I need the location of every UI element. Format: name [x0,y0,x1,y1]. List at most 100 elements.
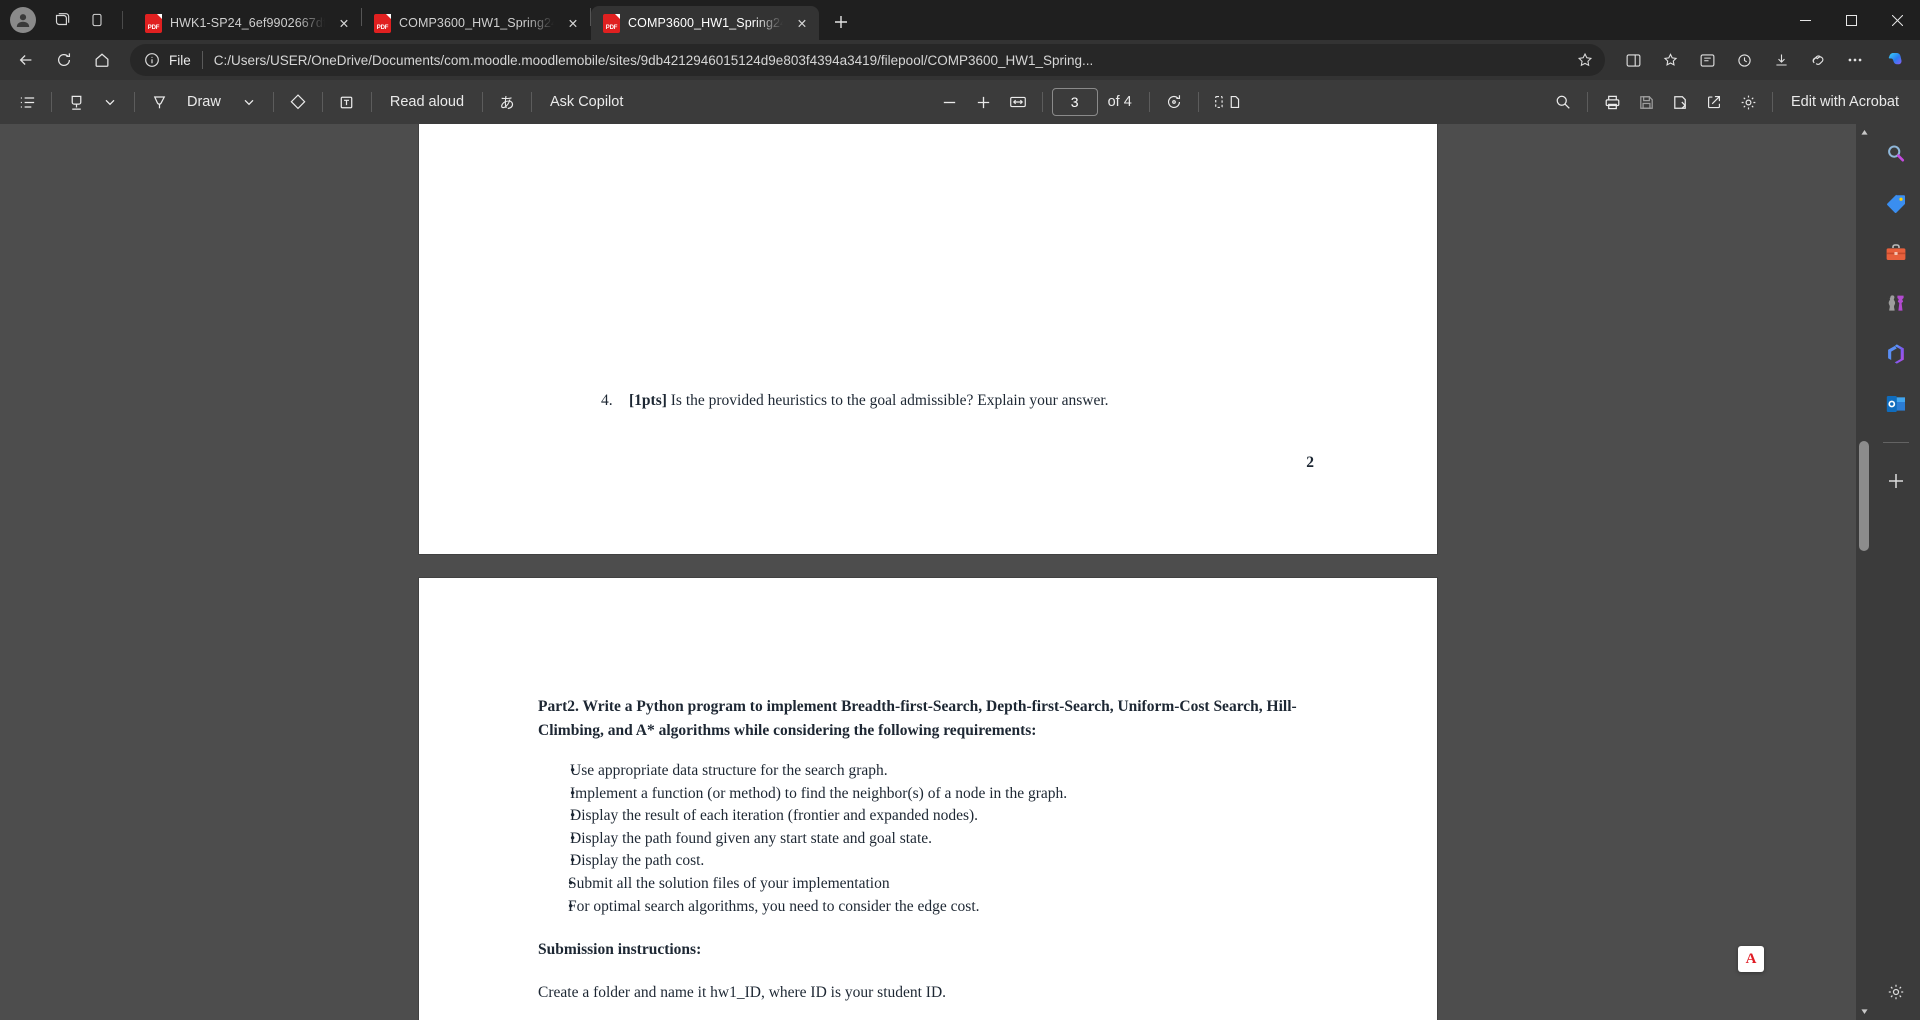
browser-essentials-icon[interactable] [1800,44,1836,76]
new-tab-button[interactable] [825,7,857,37]
vertical-scrollbar[interactable] [1856,124,1872,1020]
part2-heading: Part2. Write a Python program to impleme… [538,698,1297,739]
window-controls [1782,0,1920,40]
list-item: For optimal search algorithms, you need … [538,896,1338,919]
address-bar[interactable]: File C:/Users/USER/OneDrive/Documents/co… [130,44,1605,76]
add-sidebar-app-button[interactable] [1880,465,1912,497]
ask-copilot-button[interactable]: Ask Copilot [539,86,634,118]
collections-icon[interactable] [1652,44,1688,76]
close-button[interactable] [1874,0,1920,40]
sidebar-settings-gear-icon[interactable] [1880,976,1912,1008]
print-icon[interactable] [1595,86,1629,118]
copilot-icon[interactable] [1878,44,1912,76]
history-icon[interactable] [1726,44,1762,76]
read-aloud-button[interactable]: Read aloud [379,86,475,118]
question-body: [1pts] Is the provided heuristics to the… [629,392,1109,410]
close-icon[interactable]: ✕ [562,12,584,34]
scroll-down-arrow-icon[interactable] [1856,1003,1872,1020]
search-icon[interactable] [1546,86,1580,118]
scroll-up-arrow-icon[interactable] [1856,124,1872,141]
zoom-out-minus-icon[interactable] [933,86,967,118]
home-icon[interactable] [84,44,120,76]
games-chess-icon[interactable] [1880,288,1912,320]
downloads-icon[interactable] [1763,44,1799,76]
pdf-file-icon: PDF [145,13,162,33]
list-item-text: Use appropriate data structure for the s… [570,762,888,779]
list-item: Display the path cost. [538,850,1338,873]
zoom-in-plus-icon[interactable] [967,86,1001,118]
browser-tab-1[interactable]: PDF HWK1-SP24_6ef9902667dfedc95 ✕ [133,6,361,40]
maximize-button[interactable] [1828,0,1874,40]
draw-options-chevron-down-icon[interactable] [232,86,266,118]
favorites-bar-icon[interactable] [1689,44,1725,76]
microsoft-365-icon[interactable] [1880,338,1912,370]
add-text-icon[interactable] [330,86,364,118]
pdf-file-icon: PDF [603,13,620,33]
profile-avatar[interactable] [10,7,36,33]
edge-sidebar [1872,124,1920,1020]
divider [1587,92,1589,112]
info-circle-icon[interactable] [142,50,162,70]
pdf-page-scroll-area[interactable]: 4. [1pts] Is the provided heuristics to … [0,124,1856,1020]
scrollbar-thumb[interactable] [1859,441,1869,551]
divider [1148,92,1150,112]
requirements-list: Use appropriate data structure for the s… [538,760,1338,918]
workspaces-icon[interactable] [44,5,78,35]
open-in-new-window-icon[interactable] [1697,86,1731,118]
eraser-icon[interactable] [281,86,315,118]
tab-title: COMP3600_HW1_Spring24_1309 [628,16,783,30]
tab-actions-icon[interactable] [80,5,114,35]
gear-icon[interactable] [1731,86,1765,118]
divider [272,92,274,112]
page-total-label: of 4 [1107,94,1132,110]
highlight-options-chevron-down-icon[interactable] [93,86,127,118]
draw-pen-icon[interactable] [142,86,176,118]
rotate-icon[interactable] [1157,86,1191,118]
url-text[interactable]: C:/Users/USER/OneDrive/Documents/com.moo… [214,53,1571,68]
list-item-text: Submit all the solution files of your im… [568,874,890,892]
acrobat-icon[interactable]: A [1738,946,1764,972]
divider [134,92,135,112]
browser-tab-2[interactable]: PDF COMP3600_HW1_Spring24_1309 ✕ [362,6,590,40]
browser-tab-3-active[interactable]: PDF COMP3600_HW1_Spring24_1309 ✕ [591,6,819,40]
minimize-button[interactable] [1782,0,1828,40]
tab-strip: PDF HWK1-SP24_6ef9902667dfedc95 ✕ PDF CO… [133,0,857,40]
outlook-icon[interactable] [1880,388,1912,420]
back-arrow-icon[interactable] [8,44,44,76]
refresh-icon[interactable] [46,44,82,76]
pdf-viewport: 4. [1pts] Is the provided heuristics to … [0,124,1920,1020]
translate-icon[interactable]: あ [490,86,524,118]
table-of-contents-icon[interactable] [10,86,44,118]
scrollbar-track[interactable] [1856,141,1872,1003]
question-points: [1pts] [629,392,667,409]
close-icon[interactable]: ✕ [333,12,355,34]
bullet-icon [538,850,570,873]
search-magnifier-icon[interactable] [1880,138,1912,170]
list-item-text: Implement a function (or method) to find… [570,784,1068,802]
divider [1883,442,1909,443]
save-icon[interactable] [1629,86,1663,118]
split-screen-icon[interactable] [1615,44,1651,76]
bullet-icon [538,896,568,919]
close-icon[interactable]: ✕ [791,12,813,34]
edit-with-acrobat-button[interactable]: Edit with Acrobat [1780,86,1910,118]
page-view-icon[interactable] [1206,86,1248,118]
divider [1772,92,1774,112]
shopping-tag-icon[interactable] [1880,188,1912,220]
page-number-input[interactable]: 3 [1051,88,1098,116]
highlight-icon[interactable] [59,86,93,118]
divider [1197,92,1199,112]
bullet-icon [538,873,568,896]
save-as-icon[interactable] [1663,86,1697,118]
fit-to-width-icon[interactable] [1001,86,1035,118]
tab-title: COMP3600_HW1_Spring24_1309 [399,16,554,30]
tools-briefcase-icon[interactable] [1880,238,1912,270]
draw-button[interactable]: Draw [176,86,232,118]
favorite-star-icon[interactable] [1571,46,1599,74]
settings-and-more-icon[interactable] [1837,44,1873,76]
browser-navigation-bar: File C:/Users/USER/OneDrive/Documents/co… [0,40,1920,80]
pdf-page-previous: 4. [1pts] Is the provided heuristics to … [419,124,1437,554]
list-item-text: Display the path found given any start s… [570,829,933,847]
divider [531,92,533,112]
bullet-icon [538,828,570,851]
